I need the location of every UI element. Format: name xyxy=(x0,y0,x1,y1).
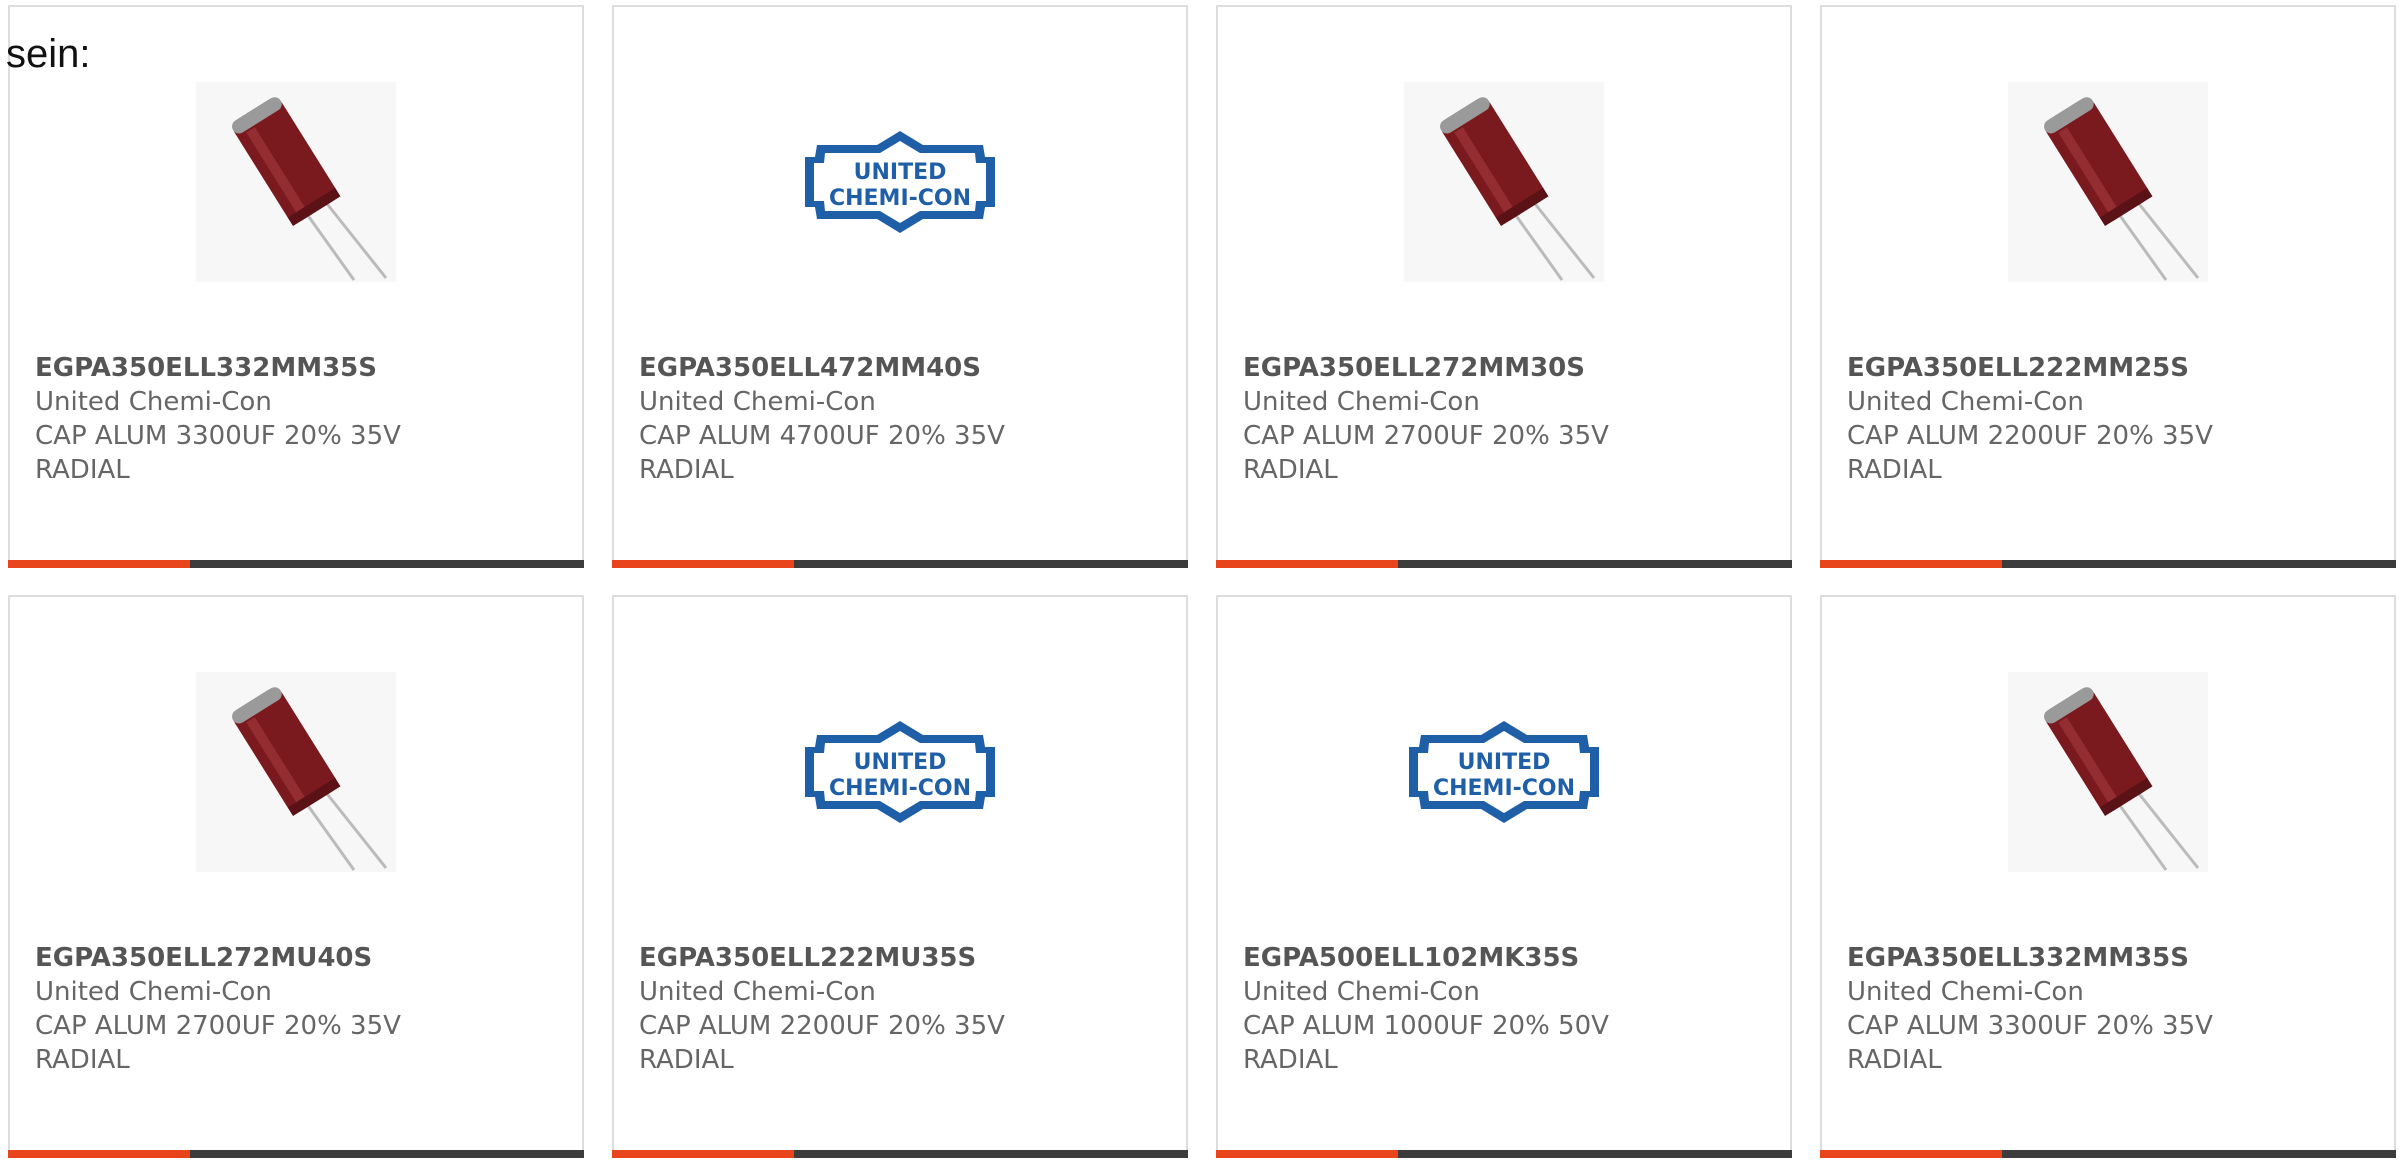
capacitor-photo-icon xyxy=(2008,82,2208,282)
manufacturer-name: United Chemi-Con xyxy=(1243,977,1480,1007)
product-description: CAP ALUM 3300UF 20% 35V xyxy=(35,421,401,451)
card-bottom-bar xyxy=(8,560,584,568)
part-number[interactable]: EGPA350ELL472MM40S xyxy=(639,351,1166,385)
capacitor-photo-icon xyxy=(196,672,396,872)
part-number[interactable]: EGPA350ELL222MU35S xyxy=(639,941,1166,975)
manufacturer-name: United Chemi-Con xyxy=(639,387,876,417)
package-type: RADIAL xyxy=(35,1045,130,1075)
united-chemi-con-logo-icon: UNITED CHEMI-CON xyxy=(795,127,1005,237)
product-description: CAP ALUM 4700UF 20% 35V xyxy=(639,421,1005,451)
card-accent xyxy=(1216,560,1398,568)
product-description: CAP ALUM 3300UF 20% 35V xyxy=(1847,1011,2213,1041)
package-type: RADIAL xyxy=(1243,455,1338,485)
capacitor-photo-icon xyxy=(196,82,396,282)
product-card[interactable]: EGPA350ELL332MM35S United Chemi-Con CAP … xyxy=(1820,595,2396,1158)
card-accent xyxy=(612,1150,794,1158)
card-accent xyxy=(8,560,190,568)
package-type: RADIAL xyxy=(1847,455,1942,485)
manufacturer-name: United Chemi-Con xyxy=(35,977,272,1007)
product-card[interactable]: EGPA350ELL272MU40S United Chemi-Con CAP … xyxy=(8,595,584,1158)
product-card[interactable]: UNITED CHEMI-CON EGPA350ELL222MU35S Unite… xyxy=(612,595,1188,1158)
manufacturer-name: United Chemi-Con xyxy=(639,977,876,1007)
part-number[interactable]: EGPA350ELL222MM25S xyxy=(1847,351,2374,385)
card-bottom-bar xyxy=(1216,560,1792,568)
card-accent xyxy=(1216,1150,1398,1158)
united-chemi-con-logo-icon: UNITED CHEMI-CON xyxy=(1399,717,1609,827)
part-number[interactable]: EGPA350ELL332MM35S xyxy=(35,351,562,385)
card-bottom-bar xyxy=(1216,1150,1792,1158)
card-bottom-bar xyxy=(8,1150,584,1158)
manufacturer-name: United Chemi-Con xyxy=(1847,977,2084,1007)
intro-text: sein: xyxy=(6,32,91,76)
svg-text:CHEMI-CON: CHEMI-CON xyxy=(1433,776,1575,801)
product-image: UNITED CHEMI-CON xyxy=(614,667,1186,877)
svg-text:UNITED: UNITED xyxy=(854,160,947,185)
united-chemi-con-logo-icon: UNITED CHEMI-CON xyxy=(795,717,1005,827)
manufacturer-name: United Chemi-Con xyxy=(1243,387,1480,417)
card-accent xyxy=(1820,560,2002,568)
product-card[interactable]: EGPA350ELL222MM25S United Chemi-Con CAP … xyxy=(1820,5,2396,568)
card-accent xyxy=(612,560,794,568)
product-grid: EGPA350ELL332MM35S United Chemi-Con CAP … xyxy=(0,0,2400,1161)
product-image xyxy=(10,667,582,877)
package-type: RADIAL xyxy=(1243,1045,1338,1075)
product-description: CAP ALUM 2700UF 20% 35V xyxy=(35,1011,401,1041)
product-description: CAP ALUM 1000UF 20% 50V xyxy=(1243,1011,1609,1041)
package-type: RADIAL xyxy=(35,455,130,485)
product-image xyxy=(1822,667,2394,877)
product-description: CAP ALUM 2200UF 20% 35V xyxy=(1847,421,2213,451)
product-image: UNITED CHEMI-CON xyxy=(1218,667,1790,877)
part-number[interactable]: EGPA500ELL102MK35S xyxy=(1243,941,1770,975)
manufacturer-name: United Chemi-Con xyxy=(1847,387,2084,417)
package-type: RADIAL xyxy=(639,455,734,485)
product-card[interactable]: EGPA350ELL332MM35S United Chemi-Con CAP … xyxy=(8,5,584,568)
svg-text:CHEMI-CON: CHEMI-CON xyxy=(829,776,971,801)
capacitor-photo-icon xyxy=(2008,672,2208,872)
card-accent xyxy=(8,1150,190,1158)
product-image xyxy=(1822,77,2394,287)
product-description: CAP ALUM 2700UF 20% 35V xyxy=(1243,421,1609,451)
product-card[interactable]: UNITED CHEMI-CON EGPA500ELL102MK35S Unite… xyxy=(1216,595,1792,1158)
product-image xyxy=(1218,77,1790,287)
part-number[interactable]: EGPA350ELL272MU40S xyxy=(35,941,562,975)
package-type: RADIAL xyxy=(1847,1045,1942,1075)
product-image xyxy=(10,77,582,287)
part-number[interactable]: EGPA350ELL272MM30S xyxy=(1243,351,1770,385)
svg-text:CHEMI-CON: CHEMI-CON xyxy=(829,186,971,211)
product-description: CAP ALUM 2200UF 20% 35V xyxy=(639,1011,1005,1041)
card-bottom-bar xyxy=(1820,560,2396,568)
capacitor-photo-icon xyxy=(1404,82,1604,282)
card-bottom-bar xyxy=(612,1150,1188,1158)
part-number[interactable]: EGPA350ELL332MM35S xyxy=(1847,941,2374,975)
product-card[interactable]: UNITED CHEMI-CON EGPA350ELL472MM40S Unite… xyxy=(612,5,1188,568)
card-bottom-bar xyxy=(1820,1150,2396,1158)
package-type: RADIAL xyxy=(639,1045,734,1075)
product-card[interactable]: EGPA350ELL272MM30S United Chemi-Con CAP … xyxy=(1216,5,1792,568)
svg-text:UNITED: UNITED xyxy=(854,750,947,775)
product-image: UNITED CHEMI-CON xyxy=(614,77,1186,287)
manufacturer-name: United Chemi-Con xyxy=(35,387,272,417)
card-accent xyxy=(1820,1150,2002,1158)
card-bottom-bar xyxy=(612,560,1188,568)
svg-text:UNITED: UNITED xyxy=(1458,750,1551,775)
